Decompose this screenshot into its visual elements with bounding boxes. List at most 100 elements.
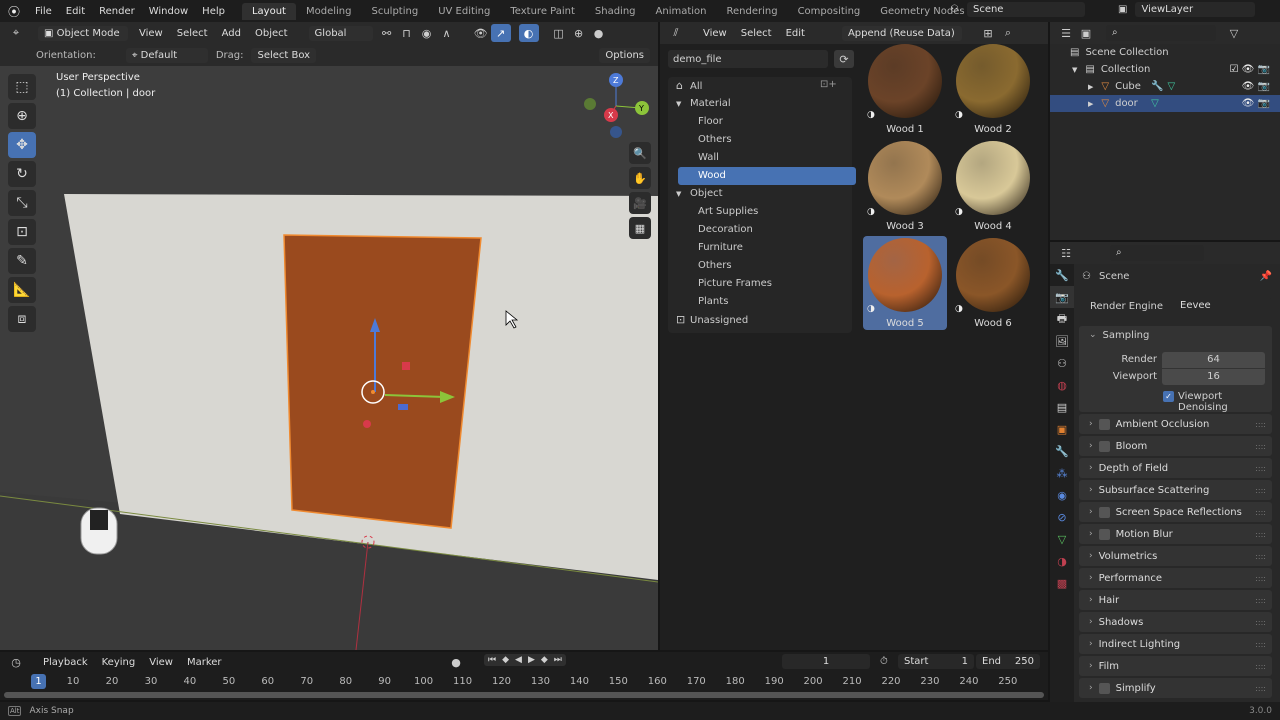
move-tool-icon[interactable]: ✥ [8,132,36,158]
drag-handle-icon[interactable]: :::: [1255,574,1266,583]
drag-handle-icon[interactable]: :::: [1255,618,1266,627]
options-dropdown[interactable]: Options [599,47,650,63]
asset-browser-editor-icon[interactable]: ⫽ [666,24,686,42]
drag-dropdown[interactable]: Select Box [251,47,317,63]
camera-icon[interactable]: 🎥 [629,192,651,214]
end-frame-field[interactable]: End 250 [976,654,1040,669]
catalog-item[interactable]: Decoration [668,221,852,239]
add-cube-tool-icon[interactable]: ⧈ [8,306,36,332]
expand-arrow-icon[interactable]: ▼ [1072,66,1077,74]
panel-screen-space-reflections[interactable]: › Screen Space Reflections:::: [1079,502,1272,522]
panel-subsurface-scattering[interactable]: › Subsurface Scattering:::: [1079,480,1272,500]
enable-checkbox[interactable] [1098,440,1110,452]
overlay-toggle-icon[interactable]: ◐ [518,24,539,42]
gizmo-x-handle[interactable] [363,420,371,428]
asset-menu-edit[interactable]: Edit [779,28,812,39]
menu-file[interactable]: File [28,6,59,17]
scene-name-field[interactable]: Scene [966,2,1085,17]
asset-item[interactable]: ◑ Wood 4 [951,139,1035,233]
tab-shading[interactable]: Shading [585,3,646,20]
measure-tool-icon[interactable]: 📐 [8,277,36,303]
mesh-data-icon[interactable]: ▽ [1151,98,1159,109]
menu-edit[interactable]: Edit [59,6,92,17]
ortho-grid-icon[interactable]: ▦ [629,217,651,239]
tab-layout[interactable]: Layout [241,2,296,20]
navigation-gizmo[interactable]: Z Y X [584,73,649,138]
asset-item[interactable]: ◑ Wood 2 [951,42,1035,136]
viewport-menu-add[interactable]: Add [215,28,248,39]
menu-window[interactable]: Window [142,6,195,17]
tool-tab-icon[interactable]: 🔧 [1050,264,1074,286]
display-mode-icon[interactable]: ▣ [1076,24,1096,42]
outliner-editor-icon[interactable]: ☰ [1056,24,1076,42]
refresh-library-icon[interactable]: ⟳ [834,50,854,68]
panel-indirect-lighting[interactable]: › Indirect Lighting:::: [1079,634,1272,654]
play-icon[interactable]: ▶ [528,655,535,665]
catalog-item[interactable]: Plants [668,293,852,311]
catalog-item[interactable]: Furniture [668,239,852,257]
timeline-menu-marker[interactable]: Marker [180,657,229,668]
filter-icon[interactable]: ▽ [1224,24,1244,42]
proportional-edit-icon[interactable]: ◉ [417,24,437,42]
tab-rendering[interactable]: Rendering [717,3,788,20]
play-reverse-icon[interactable]: ◀ [515,655,522,665]
panel-depth-of-field[interactable]: › Depth of Field:::: [1079,458,1272,478]
rotate-tool-icon[interactable]: ↻ [8,161,36,187]
properties-editor-icon[interactable]: ☷ [1056,244,1076,262]
pin-icon[interactable]: 📌 [1260,271,1272,282]
prev-keyframe-icon[interactable]: ◆ [502,655,509,665]
viewlayer-name-field[interactable]: ViewLayer [1135,2,1256,17]
pan-hand-icon[interactable]: ✋ [629,167,651,189]
tab-uv-editing[interactable]: UV Editing [428,3,500,20]
asset-item[interactable]: ◑ Wood 1 [863,42,947,136]
catalog-item[interactable]: Others [668,257,852,275]
panel-performance[interactable]: › Performance:::: [1079,568,1272,588]
gizmo-xy-plane[interactable] [398,404,408,410]
constraints-tab-icon[interactable]: ⊘ [1050,506,1074,528]
outliner-object-row[interactable]: ▶ ▽ door ▽ 👁 📷 [1050,95,1280,112]
asset-item[interactable]: ◑ Wood 6 [951,236,1035,330]
snap-icon[interactable]: ⊓ [397,24,417,42]
blender-logo-icon[interactable]: ⦿ [8,3,20,20]
drag-handle-icon[interactable]: :::: [1255,442,1266,451]
mesh-data-icon[interactable]: ▽ [1168,81,1176,92]
cursor-tool-icon[interactable]: ⊕ [8,103,36,129]
start-frame-field[interactable]: Start 1 [898,654,974,669]
drag-handle-icon[interactable]: :::: [1255,552,1266,561]
library-dropdown[interactable]: demo_file [668,50,828,68]
world-tab-icon[interactable]: ◍ [1050,374,1074,396]
modifier-icon[interactable]: 🔧 [1151,81,1163,92]
wireframe-shading-icon[interactable]: ⊕ [569,24,589,42]
menu-render[interactable]: Render [92,6,142,17]
panel-shadows[interactable]: › Shadows:::: [1079,612,1272,632]
transform-orientation-dropdown[interactable]: Global [308,25,373,41]
drag-handle-icon[interactable]: :::: [1255,508,1266,517]
drag-handle-icon[interactable]: :::: [1255,420,1266,429]
panel-motion-blur[interactable]: › Motion Blur:::: [1079,524,1272,544]
modifier-tab-icon[interactable]: 🔧 [1050,440,1074,462]
viewport-samples-field[interactable]: 16 [1162,369,1265,385]
next-keyframe-icon[interactable]: ◆ [541,655,548,665]
drag-handle-icon[interactable]: :::: [1255,464,1266,473]
zoom-icon[interactable]: 🔍 [629,142,651,164]
annotate-tool-icon[interactable]: ✎ [8,248,36,274]
drag-handle-icon[interactable]: :::: [1255,486,1266,495]
asset-menu-select[interactable]: Select [734,28,779,39]
collection-tab-icon[interactable]: ▤ [1050,396,1074,418]
current-frame-field[interactable]: 1 [782,654,870,669]
pivot-icon[interactable]: ⚯ [377,24,397,42]
timeline-menu-keying[interactable]: Keying [95,657,143,668]
jump-start-icon[interactable]: ⏮ [488,655,496,665]
scene-selector[interactable]: ⚇ Scene [950,2,1085,17]
drag-handle-icon[interactable]: :::: [1255,640,1266,649]
catalog-item[interactable]: Wood [678,167,856,185]
new-catalog-icon[interactable]: ⊡+ [820,79,837,90]
orientation-dropdown[interactable]: ⌖ Default [125,47,208,63]
render-tab-icon[interactable]: 📷 [1050,286,1074,308]
scene-canvas[interactable]: Z Y X [0,22,658,650]
tab-compositing[interactable]: Compositing [788,3,871,20]
panel-bloom[interactable]: › Bloom:::: [1079,436,1272,456]
data-tab-icon[interactable]: ▽ [1050,528,1074,550]
tab-modeling[interactable]: Modeling [296,3,362,20]
editor-type-icon[interactable]: ⌖ [6,24,26,42]
